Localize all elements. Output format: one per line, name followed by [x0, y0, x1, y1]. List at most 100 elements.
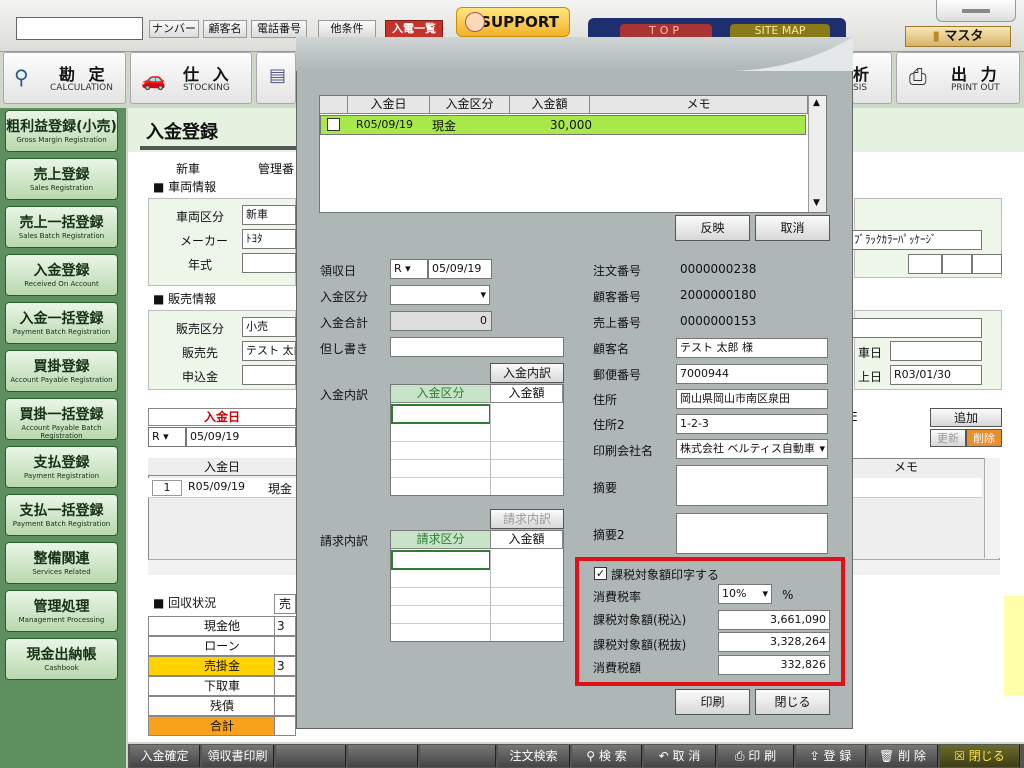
document-icon: ▤ [269, 65, 287, 86]
sidebar-item-4[interactable]: 入金一括登録 Payment Batch Registration [5, 302, 118, 344]
bottom-button-0[interactable]: 入金確定 [130, 745, 200, 767]
bottom-button-7[interactable]: ↶ 取 消 [644, 745, 716, 767]
bottom-button-11[interactable]: ☒ 閉じる [940, 745, 1020, 767]
billing-active-cell[interactable] [391, 550, 491, 570]
tax-rate-select[interactable]: 10% ▾ [718, 584, 772, 604]
bottom-button-1[interactable]: 領収書印刷 [202, 745, 274, 767]
bottom-button-6[interactable]: ⚲ 検 索 [572, 745, 642, 767]
payment-total-label: 入金合計 [320, 316, 369, 330]
reflect-button[interactable]: 反映 [675, 215, 750, 241]
sidebar-item-2[interactable]: 売上一括登録 Sales Batch Registration [5, 206, 118, 248]
breakdown-active-cell[interactable] [391, 404, 491, 424]
sidebar-item-sublabel: Sales Batch Registration [18, 232, 105, 240]
window-minimize-button[interactable] [936, 0, 1016, 22]
payment-total-field: 0 [390, 311, 492, 331]
nav-analysis[interactable]: 析 SIS [852, 52, 892, 104]
breakdown-rows[interactable] [391, 424, 563, 495]
dialog-list-scrollbar[interactable]: ▲ ▼ [808, 96, 826, 212]
customer-label: 販売先 [182, 346, 219, 360]
nav-partial[interactable]: ▤ [256, 52, 296, 104]
payment-breakdown-button[interactable]: 入金内訳 [490, 363, 564, 383]
sidebar-item-8[interactable]: 支払一括登録 Payment Batch Registration [5, 494, 118, 536]
sidebar-item-7[interactable]: 支払登録 Payment Registration [5, 446, 118, 488]
sidebar-item-5[interactable]: 買掛登録 Account Payable Registration [5, 350, 118, 392]
payment-kind-select[interactable]: ▾ [390, 285, 490, 305]
summary-field[interactable] [676, 465, 828, 506]
sidebar-item-9[interactable]: 整備関連 Services Related [5, 542, 118, 584]
address2-field[interactable]: 1-2-3 [676, 414, 828, 434]
phone-search-button[interactable]: 電話番号 [251, 20, 307, 38]
sidebar-item-3[interactable]: 入金登録 Received On Account [5, 254, 118, 296]
right-field-b[interactable] [942, 254, 972, 274]
maker-field[interactable]: ﾄﾖﾀ [242, 229, 296, 249]
customer-number-label: 顧客番号 [593, 290, 642, 304]
tax-print-label: 課税対象額印字する [611, 568, 720, 582]
bottom-button-5[interactable]: 注文検索 [498, 745, 570, 767]
taxable-excl-field[interactable]: 3,328,264 [718, 632, 830, 652]
tax-print-checkbox[interactable]: ✓ [594, 567, 607, 580]
receipt-era-select[interactable]: R ▾ [390, 259, 428, 279]
entry-era-select[interactable]: R ▾ [148, 427, 186, 447]
print-button[interactable]: 印刷 [675, 689, 750, 715]
billing-breakdown-button[interactable]: 請求内訳 [490, 509, 564, 529]
other-conditions-button[interactable]: 他条件 [318, 20, 376, 38]
right-date-field-2[interactable]: R03/01/30 [890, 365, 982, 385]
update-button[interactable]: 更新 [930, 429, 966, 447]
tax-amount-field[interactable]: 332,826 [718, 655, 830, 675]
sidebar-item-10[interactable]: 管理処理 Management Processing [5, 590, 118, 632]
bottom-button-9[interactable]: ⇪ 登 録 [796, 745, 866, 767]
print-icon: ⎙ [734, 749, 749, 763]
sidebar-item-11[interactable]: 現金出納帳 Cashbook [5, 638, 118, 680]
zip-field[interactable]: 7000944 [676, 364, 828, 384]
sales-kind-field[interactable]: 小売 [242, 317, 296, 337]
right-field-c[interactable] [972, 254, 1002, 274]
search-input[interactable] [16, 17, 143, 40]
customer-field[interactable]: テスト 太郎 [242, 341, 296, 361]
sidebar-item-1[interactable]: 売上登録 Sales Registration [5, 158, 118, 200]
sidebar-item-6[interactable]: 買掛一括登録 Account Payable Batch Registration [5, 398, 118, 440]
bottom-button-4[interactable] [420, 745, 496, 767]
customer-name-search-button[interactable]: 顧客名 [203, 20, 247, 38]
support-button[interactable]: SUPPORT [456, 7, 570, 37]
package-field[interactable]: ﾌﾞﾗｯｸｶﾗｰﾊﾟｯｹｰｼﾞ [850, 230, 982, 250]
nav-print-out[interactable]: ⎙ 出 力 PRINT OUT [896, 52, 1020, 104]
sales-number-value: 0000000153 [680, 314, 757, 328]
list-vertical-scrollbar[interactable] [984, 458, 1000, 558]
title-underline [140, 146, 300, 150]
model-year-field[interactable] [242, 253, 296, 273]
bottom-button-2[interactable] [276, 745, 346, 767]
deposit-field[interactable] [242, 365, 296, 385]
cancel-button[interactable]: 取消 [755, 215, 830, 241]
incoming-call-list-button[interactable]: 入電一覧 [385, 20, 443, 38]
search-icon: ⚲ [586, 749, 599, 763]
tax-rate-label: 消費税率 [593, 590, 642, 604]
nav-stocking[interactable]: 🚗 仕 入 STOCKING [130, 52, 252, 104]
proviso-field[interactable] [390, 337, 564, 357]
customer-name-label: 顧客名 [593, 342, 630, 356]
receipt-date-label: 領収日 [320, 264, 357, 278]
close-dialog-button[interactable]: 閉じる [755, 689, 830, 715]
bottom-button-10[interactable]: 🗑 削 除 [868, 745, 938, 767]
right-sales-field[interactable] [850, 318, 982, 338]
add-button[interactable]: 追加 [930, 408, 1002, 427]
delete-entry-button[interactable]: 削除 [966, 429, 1002, 447]
bottom-button-8[interactable]: ⎙ 印 刷 [718, 745, 794, 767]
dialog-row-checkbox[interactable] [327, 118, 340, 131]
summary2-field[interactable] [676, 513, 828, 554]
sidebar-item-0[interactable]: 粗利益登録(小売) Gross Margin Registration [5, 110, 118, 152]
customer-name-field[interactable]: テスト 太郎 様 [676, 338, 828, 358]
master-button[interactable]: ▮ マスタ [905, 26, 1011, 47]
number-search-button[interactable]: ナンバー [149, 20, 199, 38]
bottom-button-3[interactable] [348, 745, 418, 767]
billing-rows[interactable] [391, 570, 563, 641]
receipt-date-field[interactable]: 05/09/19 [428, 259, 492, 279]
address-field[interactable]: 岡山県岡山市南区泉田 [676, 389, 828, 409]
entry-date-field[interactable]: 05/09/19 [186, 427, 296, 447]
right-field-a[interactable] [908, 254, 942, 274]
taxable-incl-field[interactable]: 3,661,090 [718, 610, 830, 630]
right-date-field-1[interactable] [890, 341, 982, 361]
nav-calculation[interactable]: ⚲ 勘 定 CALCULATION [3, 52, 126, 104]
sales-kind-label: 販売区分 [176, 322, 225, 336]
print-company-select[interactable]: 株式会社 ベルティス自動車 ▾ [676, 439, 828, 459]
vehicle-kind-field[interactable]: 新車 [242, 205, 296, 225]
